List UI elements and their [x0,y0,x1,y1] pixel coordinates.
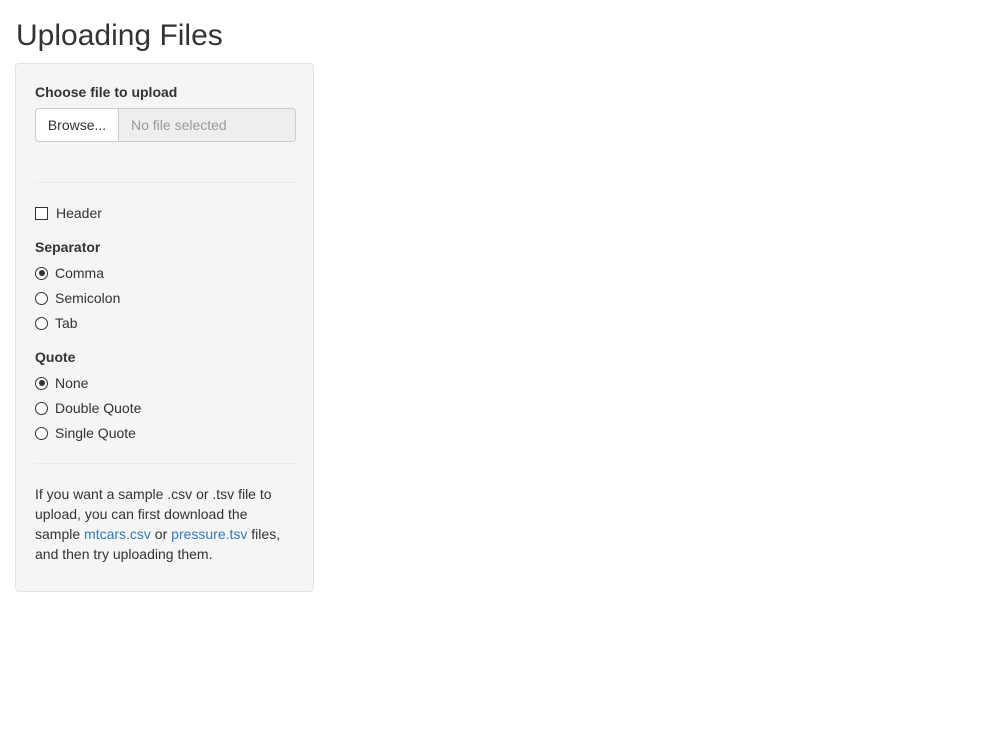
browse-button[interactable]: Browse... [35,108,118,142]
quote-option-none[interactable]: None [35,373,88,393]
header-checkbox[interactable]: Header [35,203,102,223]
separator-option-semicolon[interactable]: Semicolon [35,288,120,308]
separator-option-comma[interactable]: Comma [35,263,104,283]
file-input-label: Choose file to upload [35,84,178,100]
help-text: If you want a sample .csv or .tsv file t… [35,484,296,564]
help-text-part: or [150,526,172,542]
separator-label: Separator [35,239,101,255]
quote-label: Quote [35,349,76,365]
pressure-tsv-link[interactable]: pressure.tsv [171,526,247,542]
radio-icon[interactable] [35,291,48,305]
mtcars-csv-link[interactable]: mtcars.csv [84,526,151,542]
radio-icon[interactable] [35,316,48,330]
radio-label: Single Quote [55,425,136,441]
checkbox-icon[interactable] [35,206,48,220]
quote-option-single[interactable]: Single Quote [35,423,136,443]
radio-label: Tab [55,315,78,331]
file-input: Browse... No file selected [35,108,296,142]
page-title: Uploading Files [16,19,223,52]
radio-label: Semicolon [55,290,121,306]
radio-checked-icon[interactable] [35,266,48,280]
divider [35,463,296,464]
divider [35,182,296,183]
file-name-field[interactable]: No file selected [118,108,296,142]
radio-label: Double Quote [55,400,142,416]
header-checkbox-label: Header [56,205,102,221]
radio-checked-icon[interactable] [35,376,48,390]
radio-label: None [55,375,89,391]
quote-option-double[interactable]: Double Quote [35,398,141,418]
radio-icon[interactable] [35,401,48,415]
sidebar-panel: Choose file to upload Browse... No file … [15,63,314,592]
radio-label: Comma [55,265,105,281]
separator-option-tab[interactable]: Tab [35,313,78,333]
radio-icon[interactable] [35,426,48,440]
